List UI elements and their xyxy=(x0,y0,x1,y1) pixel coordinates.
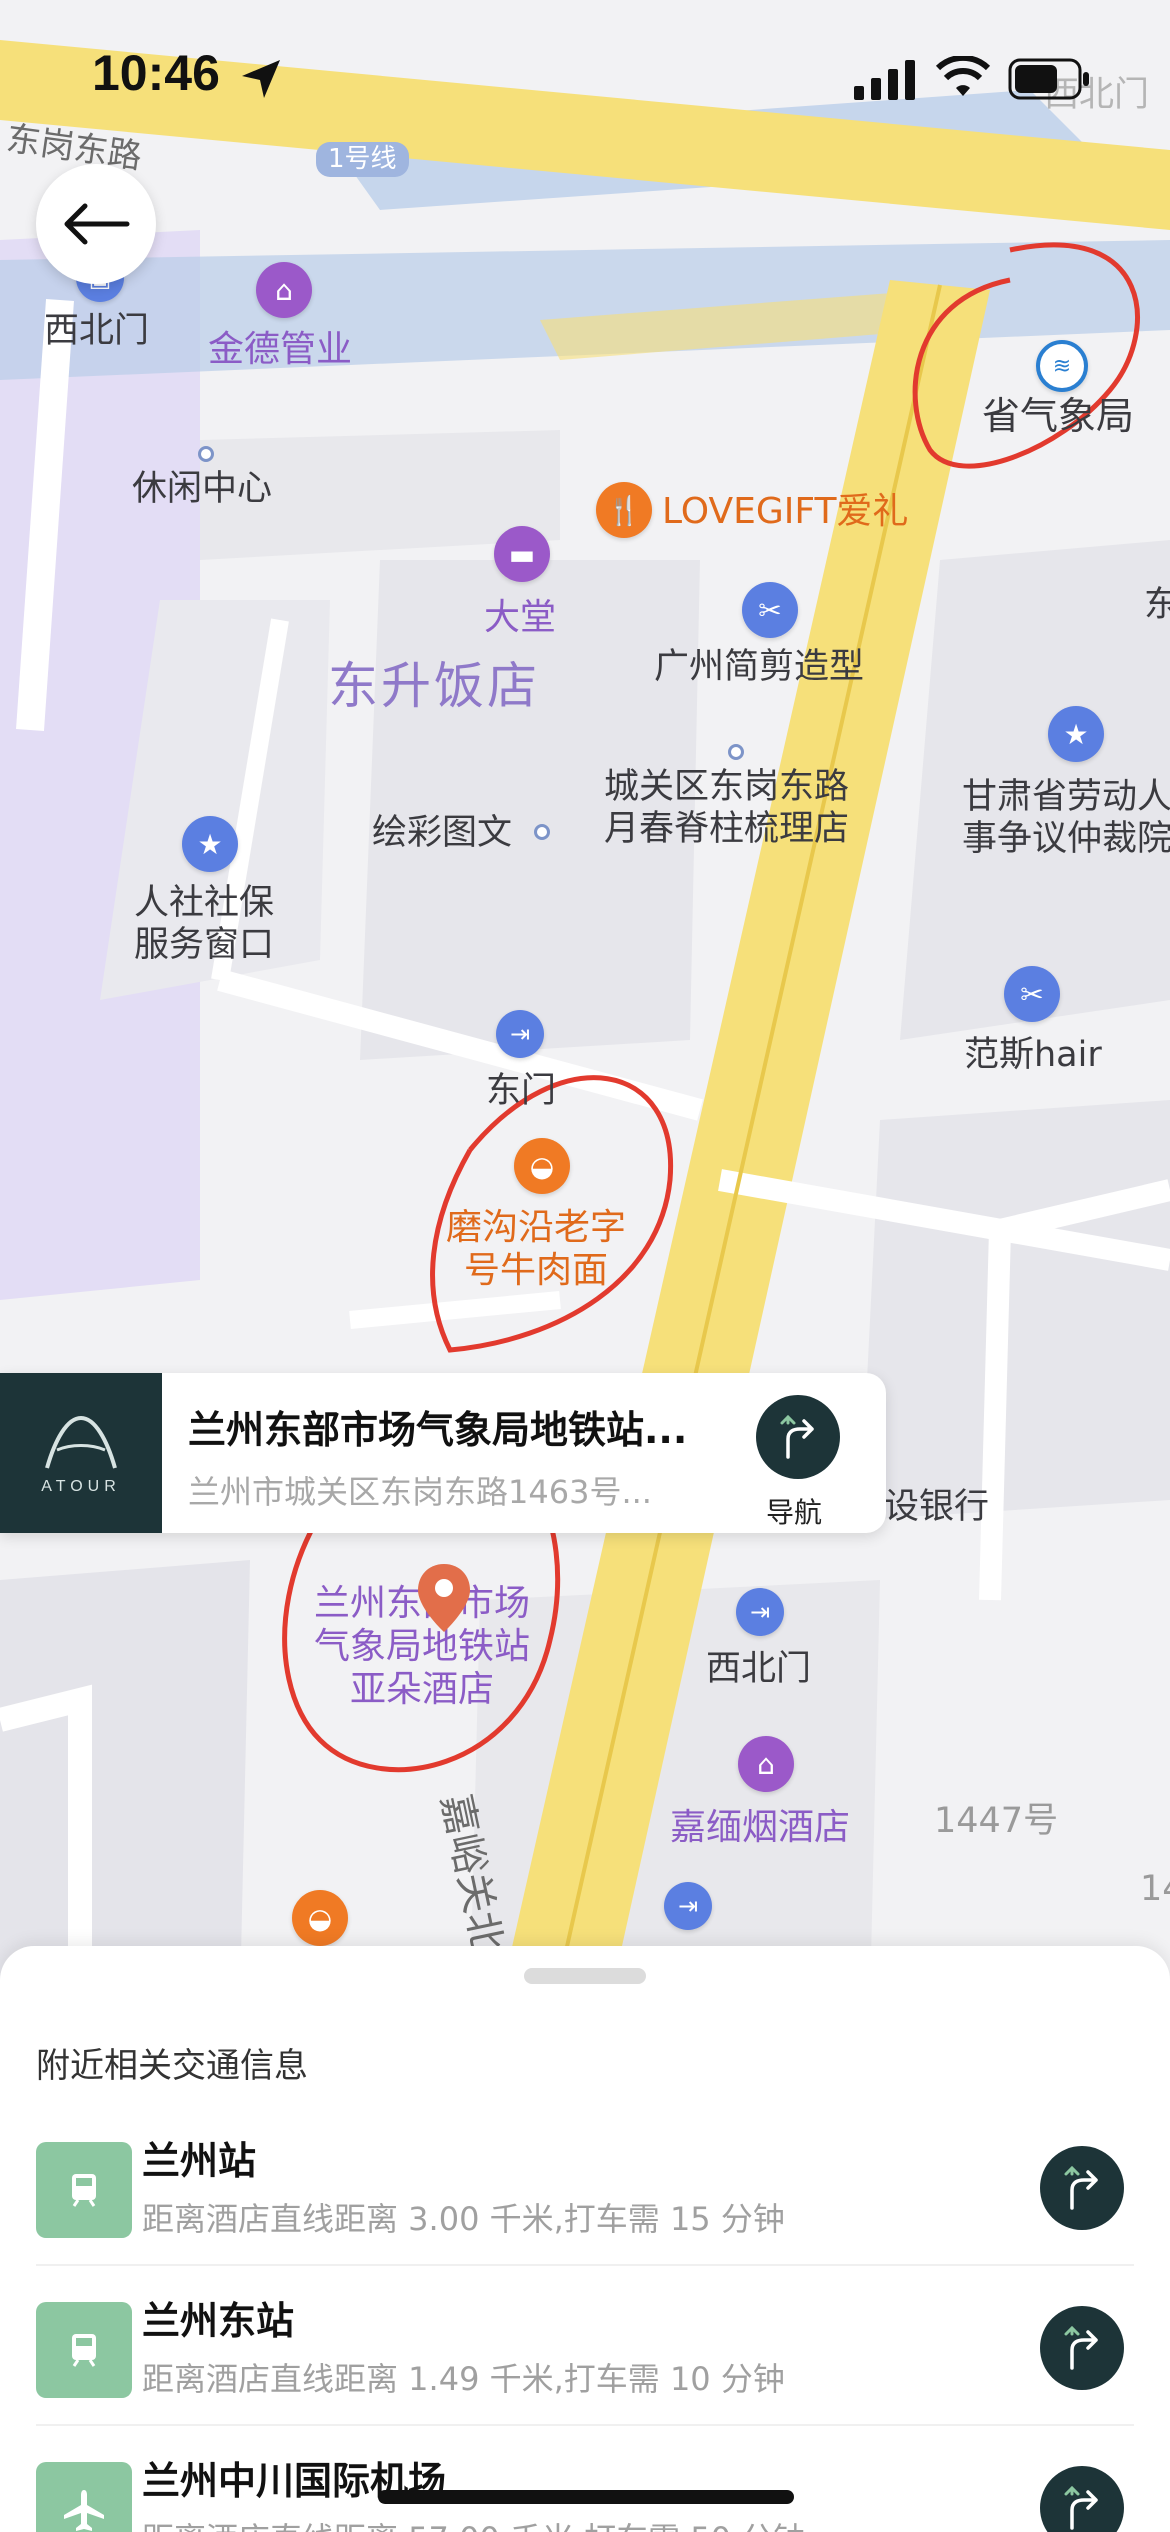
location-arrow-icon xyxy=(242,60,280,98)
poi-dot xyxy=(534,824,550,840)
poi-guangzhou[interactable]: 广州简剪造型 xyxy=(654,646,864,688)
gate-icon: ⇥ xyxy=(664,1882,712,1930)
hotel-bed-icon: ▬ xyxy=(494,526,550,582)
transit-item[interactable]: 兰州中川国际机场 距离酒店直线距离 57.00 千米,打车需 50 分钟 xyxy=(36,2426,1134,2532)
poi-dongsheng[interactable]: 东升饭店 xyxy=(328,656,540,716)
transit-item[interactable]: 兰州站 距离酒店直线距离 3.00 千米,打车需 15 分钟 xyxy=(36,2106,1134,2266)
hotel-card[interactable]: ATOUR 兰州东部市场气象局地铁站... 兰州市城关区东岗东路1463号...… xyxy=(0,1373,886,1533)
wifi-icon xyxy=(936,56,990,96)
poi-xiuxian[interactable]: 休闲中心 xyxy=(132,468,272,510)
signal-icon xyxy=(854,60,915,100)
gate-icon: ⇥ xyxy=(736,1588,784,1636)
restaurant-icon: 🍴 xyxy=(596,482,652,538)
poi-dot xyxy=(728,744,744,760)
turn-right-icon xyxy=(1064,2325,1098,2370)
train-icon xyxy=(36,2302,132,2398)
status-time: 10:46 xyxy=(92,45,220,101)
poi-edge-dong: 东 xyxy=(1144,585,1170,625)
poi-dongmen[interactable]: 东门 xyxy=(486,1070,556,1112)
transit-navigate-button[interactable] xyxy=(1040,2306,1124,2390)
salon-icon: ✂ xyxy=(742,582,798,638)
poi-xibeimen-bottom[interactable]: 西北门 xyxy=(706,1648,811,1690)
hotel-name: 兰州东部市场气象局地铁站... xyxy=(188,1408,688,1452)
atour-logo: ATOUR xyxy=(0,1373,162,1533)
map-base xyxy=(0,40,1170,2000)
poi-renshe[interactable]: 人社社保 服务窗口 xyxy=(134,882,274,966)
noodle-bowl-icon: ◒ xyxy=(514,1138,570,1194)
government-star-icon: ★ xyxy=(1048,706,1104,762)
poi-gansu[interactable]: 甘肃省劳动人 事争议仲裁院 xyxy=(962,776,1170,860)
map-view[interactable]: 1号线 东岗东路 嘉峪关北路 西北门 ▣ 西北门 ⌂ 金德管业 休闲中心 🍴 L… xyxy=(0,0,1170,2000)
status-bar: 10:46 xyxy=(0,0,1170,150)
transit-desc: 距离酒店直线距离 3.00 千米,打车需 15 分钟 xyxy=(142,2200,785,2238)
plane-icon xyxy=(36,2462,132,2532)
gate-icon: ⇥ xyxy=(496,1010,544,1058)
poi-mogou[interactable]: 磨沟沿老字 号牛肉面 xyxy=(446,1206,626,1292)
sheet-title: 附近相关交通信息 xyxy=(36,2046,308,2086)
battery-icon xyxy=(1008,58,1089,100)
service-star-icon: ★ xyxy=(182,816,238,872)
back-button[interactable] xyxy=(36,164,156,284)
poi-lovegift[interactable]: LOVEGIFT爱礼 xyxy=(662,490,908,533)
transit-desc: 距离酒店直线距离 57.00 千米,打车需 50 分钟 xyxy=(142,2514,805,2532)
transit-desc: 距离酒店直线距离 1.49 千米,打车需 10 分钟 xyxy=(142,2360,785,2398)
turn-right-icon xyxy=(780,1414,814,1459)
hotel-address: 兰州市城关区东岗东路1463号... xyxy=(188,1473,652,1511)
poi-datang[interactable]: 大堂 xyxy=(484,596,556,639)
metro-icon: ≋ xyxy=(1036,340,1088,392)
poi-huicai[interactable]: 绘彩图文 xyxy=(372,812,512,854)
transit-item[interactable]: 兰州东站 距离酒店直线距离 1.49 千米,打车需 10 分钟 xyxy=(36,2266,1134,2426)
noodle-bowl-icon: ◒ xyxy=(292,1890,348,1946)
poi-chengguan[interactable]: 城关区东岗东路 月春脊柱梳理店 xyxy=(604,766,849,850)
transit-info-sheet[interactable]: 附近相关交通信息 兰州站 距离酒店直线距离 3.00 千米,打车需 15 分钟 … xyxy=(0,1946,1170,2532)
transit-name: 兰州东站 xyxy=(142,2299,295,2343)
sheet-grabber[interactable] xyxy=(524,1968,646,1984)
poi-shengqixiang[interactable]: 省气象局 xyxy=(982,394,1134,440)
poi-bank[interactable]: 设银行 xyxy=(884,1486,989,1528)
transit-navigate-button[interactable] xyxy=(1040,2466,1124,2532)
turn-right-icon xyxy=(1064,2165,1098,2210)
location-pin-icon[interactable] xyxy=(416,1562,472,1634)
poi-jiaxian[interactable]: 嘉缅烟酒店 xyxy=(670,1806,850,1849)
home-indicator xyxy=(378,2490,794,2504)
transit-name: 兰州站 xyxy=(142,2139,257,2183)
atour-logo-icon xyxy=(45,1415,117,1469)
atour-brand-text: ATOUR xyxy=(41,1478,121,1495)
salon-icon: ✂ xyxy=(1004,966,1060,1022)
back-arrow-icon xyxy=(64,203,130,245)
poi-1447: 1447号 xyxy=(934,1801,1059,1841)
poi-xibeimen-left[interactable]: 西北门 xyxy=(44,310,149,352)
transit-navigate-button[interactable] xyxy=(1040,2146,1124,2230)
turn-right-icon xyxy=(1064,2485,1098,2530)
train-icon xyxy=(36,2142,132,2238)
poi-fansi[interactable]: 范斯hair xyxy=(964,1034,1102,1076)
shop-icon: ⌂ xyxy=(738,1736,794,1792)
poi-jinde[interactable]: 金德管业 xyxy=(208,328,352,371)
poi-edge-14: 14 xyxy=(1140,1869,1170,1909)
shop-icon: ⌂ xyxy=(256,262,312,318)
navigate-label: 导航 xyxy=(766,1496,823,1529)
navigate-button[interactable] xyxy=(756,1395,840,1479)
poi-dot xyxy=(198,446,214,462)
